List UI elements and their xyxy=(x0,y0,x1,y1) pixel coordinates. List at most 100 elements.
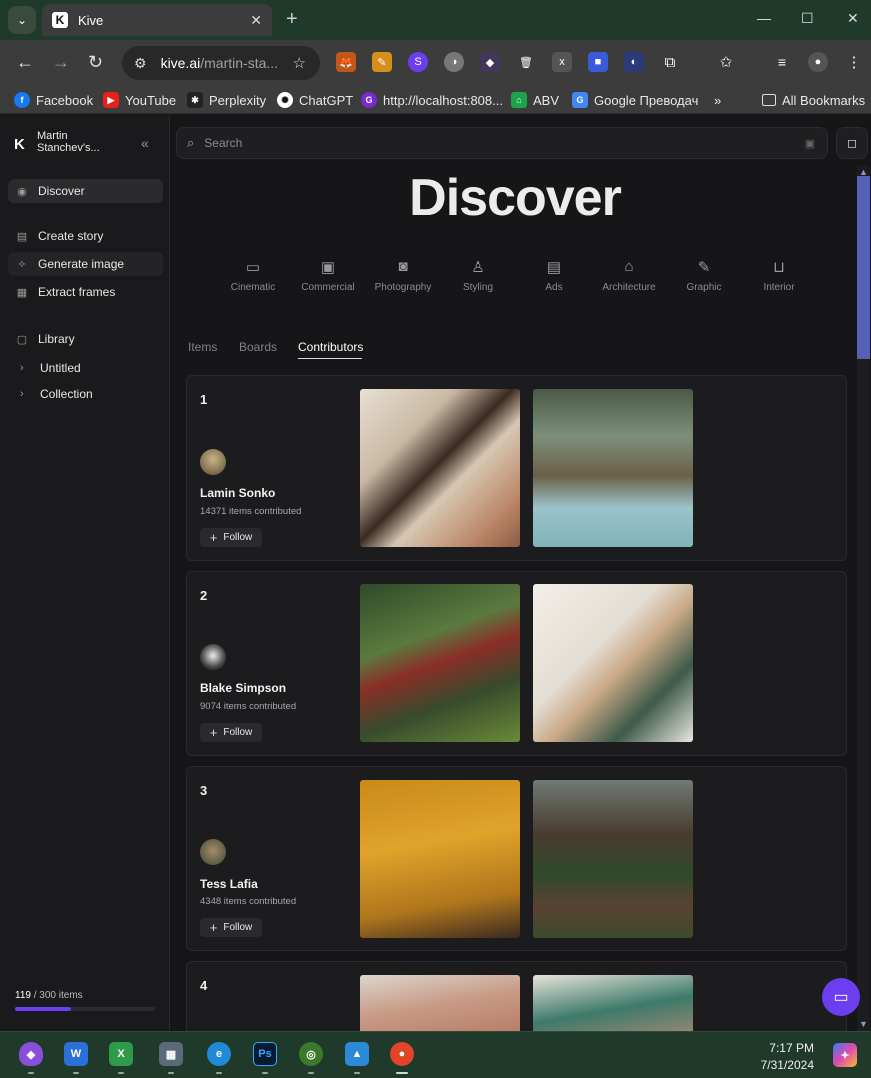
bookmarks-star-icon[interactable]: ✩ xyxy=(716,52,736,72)
photos-icon[interactable]: ▲ xyxy=(345,1042,369,1066)
reading-list-icon[interactable]: ≡ xyxy=(772,52,792,72)
bookmark-perplexity[interactable]: ✱ Perplexity xyxy=(187,90,266,110)
minimize-button[interactable]: — xyxy=(757,10,771,26)
category-architecture[interactable]: ⌂ Architecture xyxy=(591,258,667,293)
chat-support-button[interactable]: ▭ xyxy=(822,978,860,1016)
category-photography[interactable]: ◙ Photography xyxy=(365,258,441,293)
trash-extension-icon[interactable]: 🗑 xyxy=(516,52,536,72)
new-tab-button[interactable]: + xyxy=(286,8,298,31)
edge-icon[interactable]: e xyxy=(207,1042,231,1066)
bookmark-abv[interactable]: ⌂ ABV xyxy=(511,90,559,110)
tab-items[interactable]: Items xyxy=(188,340,217,354)
site-settings-icon[interactable]: ⚙ xyxy=(134,55,147,72)
browser-tab[interactable]: K Kive ✕ xyxy=(42,4,272,36)
contributor-card[interactable]: 2 Blake Simpson 9074 items contributed +… xyxy=(186,571,847,756)
sidebar-item-create-story[interactable]: ▤ Create story xyxy=(8,224,163,248)
contributor-name[interactable]: Blake Simpson xyxy=(200,681,286,695)
tab-contributors[interactable]: Contributors xyxy=(298,340,363,354)
circle-extension-icon[interactable]: ◑ xyxy=(444,52,464,72)
extensions-icon[interactable]: ⧉ xyxy=(660,52,680,72)
library-item-untitled[interactable]: › Untitled xyxy=(20,361,81,375)
contributor-rank: 3 xyxy=(200,783,208,798)
contributor-name[interactable]: Lamin Sonko xyxy=(200,486,275,500)
youtube-icon: ▶ xyxy=(103,92,119,108)
s-extension-icon[interactable]: S xyxy=(408,52,428,72)
sparkle-icon: ✧ xyxy=(17,258,27,271)
category-ads[interactable]: ▤ Ads xyxy=(516,258,592,293)
photoshop-icon[interactable]: Ps xyxy=(253,1042,277,1066)
follow-button[interactable]: + Follow xyxy=(200,918,262,937)
vpn-extension-icon[interactable]: ◐ xyxy=(624,52,644,72)
image-search-icon[interactable]: ▣ xyxy=(805,137,815,150)
sidebar-item-generate-image[interactable]: ✧ Generate image xyxy=(8,252,163,276)
scrollbar-thumb[interactable] xyxy=(857,176,870,359)
contribution-thumbnail[interactable] xyxy=(533,584,693,742)
pencil-extension-icon[interactable]: ✎ xyxy=(372,52,392,72)
chrome-icon[interactable]: ● xyxy=(390,1042,414,1066)
brain-extension-icon[interactable]: ◆ xyxy=(480,52,500,72)
scroll-up-icon[interactable]: ▲ xyxy=(859,167,868,177)
all-bookmarks[interactable]: All Bookmarks xyxy=(762,90,865,110)
url-path: /martin-sta... xyxy=(200,55,279,71)
metamask-extension-icon[interactable]: 🦊 xyxy=(336,52,356,72)
category-cinematic[interactable]: ▭ Cinematic xyxy=(215,258,291,293)
close-icon[interactable]: ✕ xyxy=(250,12,262,29)
maximize-button[interactable]: ☐ xyxy=(801,10,814,27)
forward-button[interactable]: → xyxy=(52,52,70,73)
sidebar-item-discover[interactable]: ◉ Discover xyxy=(8,179,163,203)
bookmark-facebook[interactable]: f Facebook xyxy=(14,90,93,110)
sidebar-item-extract-frames[interactable]: ▦ Extract frames xyxy=(8,280,163,304)
bookmark-google-translate[interactable]: G Google Преводач xyxy=(572,90,698,110)
category-interior[interactable]: ⊔ Interior xyxy=(741,258,817,293)
collapse-sidebar-icon[interactable]: « xyxy=(141,135,149,151)
sidebar-item-library[interactable]: ▢ Library xyxy=(8,327,163,351)
system-clock[interactable]: 7:17 PM 7/31/2024 xyxy=(740,1040,814,1074)
x-extension-icon[interactable]: x xyxy=(552,52,572,72)
bookmark-localhost[interactable]: Ghttp://localhost:808... xyxy=(361,90,503,110)
url-host: kive.ai xyxy=(160,55,201,71)
reload-button[interactable]: ↻ xyxy=(88,52,103,73)
bookmark-youtube[interactable]: ▶ YouTube xyxy=(103,90,176,110)
globe-app-icon[interactable]: ◎ xyxy=(299,1042,323,1066)
contribution-thumbnail[interactable] xyxy=(533,780,693,938)
contributor-name[interactable]: Tess Lafia xyxy=(200,877,258,891)
contribution-thumbnail[interactable] xyxy=(360,780,520,938)
avatar[interactable] xyxy=(200,449,226,475)
contributor-card[interactable]: 1 Lamin Sonko 14371 items contributed + F… xyxy=(186,375,847,561)
search-input[interactable]: ⌕ Search ▣ xyxy=(176,127,828,159)
category-styling[interactable]: ♙ Styling xyxy=(440,258,516,293)
chevron-right-icon[interactable]: › xyxy=(20,362,32,374)
avatar[interactable] xyxy=(200,839,226,865)
profile-avatar[interactable]: ● xyxy=(808,52,828,72)
menu-kebab-icon[interactable]: ⋮ xyxy=(844,52,864,72)
library-item-collection[interactable]: › Collection xyxy=(20,387,93,401)
window-close-button[interactable]: ✕ xyxy=(847,10,859,27)
bookmarks-overflow-icon[interactable]: » xyxy=(714,90,721,110)
category-commercial[interactable]: ▣ Commercial xyxy=(290,258,366,293)
avatar[interactable] xyxy=(200,644,226,670)
contributor-card[interactable]: 3 Tess Lafia 4348 items contributed + Fol… xyxy=(186,766,847,951)
tab-boards[interactable]: Boards xyxy=(239,340,277,354)
calc-spreadsheet-icon[interactable]: X xyxy=(109,1042,133,1066)
contribution-thumbnail[interactable] xyxy=(360,584,520,742)
contribution-thumbnail[interactable] xyxy=(360,389,520,547)
address-bar[interactable]: ⚙ kive.ai/martin-sta... ☆ xyxy=(122,46,320,80)
writer-app-icon[interactable]: W xyxy=(64,1042,88,1066)
follow-button[interactable]: + Follow xyxy=(200,528,262,547)
scroll-down-icon[interactable]: ▼ xyxy=(859,1019,868,1029)
tab-search-button[interactable]: ⌄ xyxy=(8,6,36,34)
notifications-button[interactable]: ◻ xyxy=(836,127,868,159)
puzzle-extension-icon[interactable]: ■ xyxy=(588,52,608,72)
bookmark-star-icon[interactable]: ☆ xyxy=(293,54,306,72)
back-button[interactable]: ← xyxy=(16,52,34,73)
workspace-name[interactable]: Martin Stanchev's... xyxy=(37,130,127,154)
running-indicator xyxy=(168,1072,174,1074)
follow-button[interactable]: + Follow xyxy=(200,723,262,742)
bookmark-chatgpt[interactable]: ✺ ChatGPT xyxy=(277,90,353,110)
category-graphic[interactable]: ✎ Graphic xyxy=(666,258,742,293)
copilot-pre-icon[interactable]: ✦ xyxy=(833,1043,857,1067)
calculator-icon[interactable]: ▦ xyxy=(159,1042,183,1066)
copilot-app-icon[interactable]: ◆ xyxy=(19,1042,43,1066)
contribution-thumbnail[interactable] xyxy=(533,389,693,547)
chevron-right-icon[interactable]: › xyxy=(20,388,32,400)
